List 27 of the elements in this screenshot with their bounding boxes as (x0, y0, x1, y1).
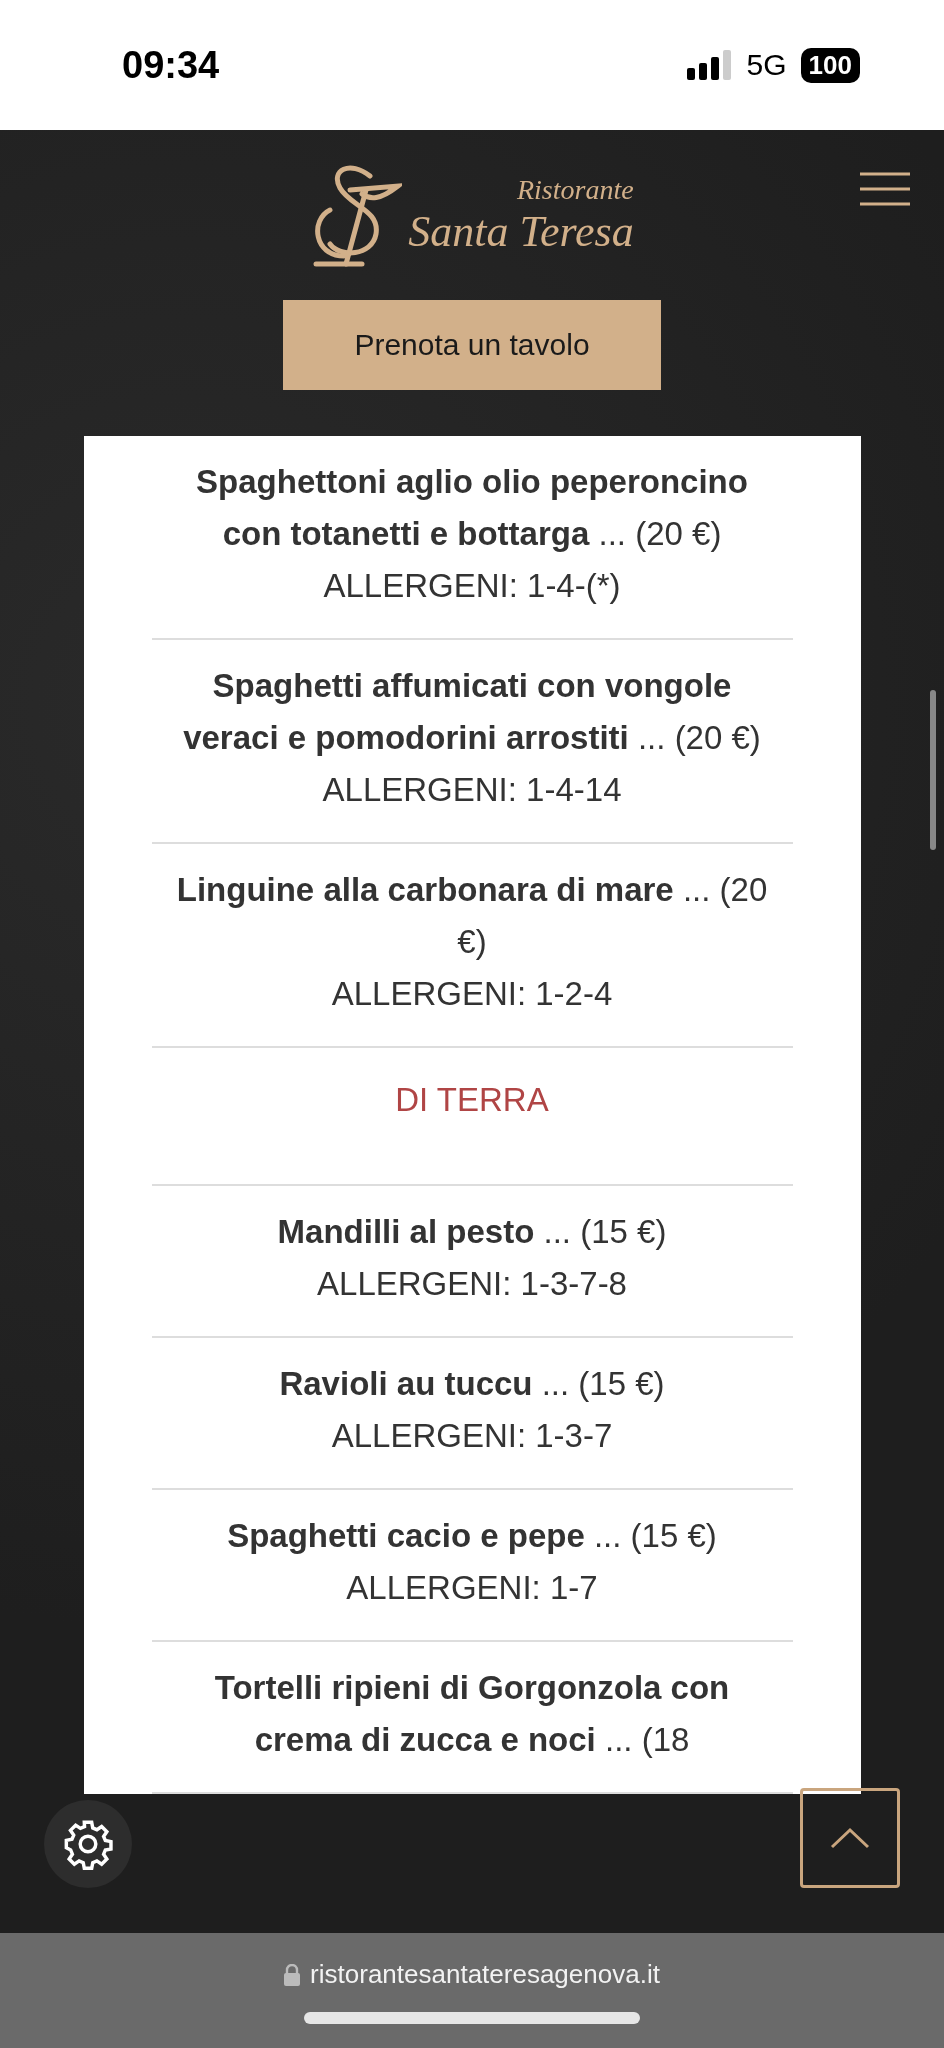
network-label: 5G (746, 48, 787, 82)
allergens-text: ALLERGENI: 1-7 (345, 1568, 599, 1608)
status-time: 09:34 (122, 43, 220, 87)
dish-title: Mandilli al pesto ... (15 €) (276, 1212, 668, 1252)
menu-icon[interactable] (860, 172, 910, 206)
allergens-text: ALLERGENI: 1-4-14 (321, 770, 623, 810)
signal-icon (686, 50, 733, 80)
allergens-text: ALLERGENI: 1-4-(*) (322, 566, 622, 606)
logo-title: Santa Teresa (408, 205, 634, 257)
dish-title: Linguine alla carbonara di mare ... (20 €) (175, 870, 769, 962)
lock-icon (284, 1963, 301, 1986)
settings-icon (62, 1818, 114, 1870)
dish-title: Ravioli au tuccu ... (15 €) (278, 1364, 666, 1404)
allergens-text: ALLERGENI: 1-3-7 (330, 1416, 614, 1456)
chevron-up-icon (830, 1827, 870, 1849)
scroll-top-button[interactable] (800, 1788, 900, 1888)
section-heading: DI TERRA (395, 1081, 549, 1118)
dish-title: Spaghettoni aglio olio peperoncino con totanetti e bottarga ... (20 €) (195, 462, 749, 554)
url-text[interactable]: ristorantesantateresagenova.it (310, 1959, 660, 1990)
allergens-text: ALLERGENI: 1-2-4 (330, 974, 614, 1014)
battery-indicator: 100 (800, 47, 860, 83)
logo-subtitle: Ristorante (517, 173, 634, 206)
book-table-button[interactable]: Prenota un tavolo (283, 300, 661, 390)
allergens-text: ALLERGENI: 1-3-7-8 (316, 1264, 628, 1304)
dish-title: Spaghetti cacio e pepe ... (15 €) (226, 1516, 718, 1556)
dish-title: Tortelli ripieni di Gorgonzola con crema di zucca e noci ... (18 (213, 1668, 731, 1760)
dish-title: Spaghetti affumicati con vongole veraci e pomodorini arrostiti ... (20 €) (182, 666, 762, 758)
